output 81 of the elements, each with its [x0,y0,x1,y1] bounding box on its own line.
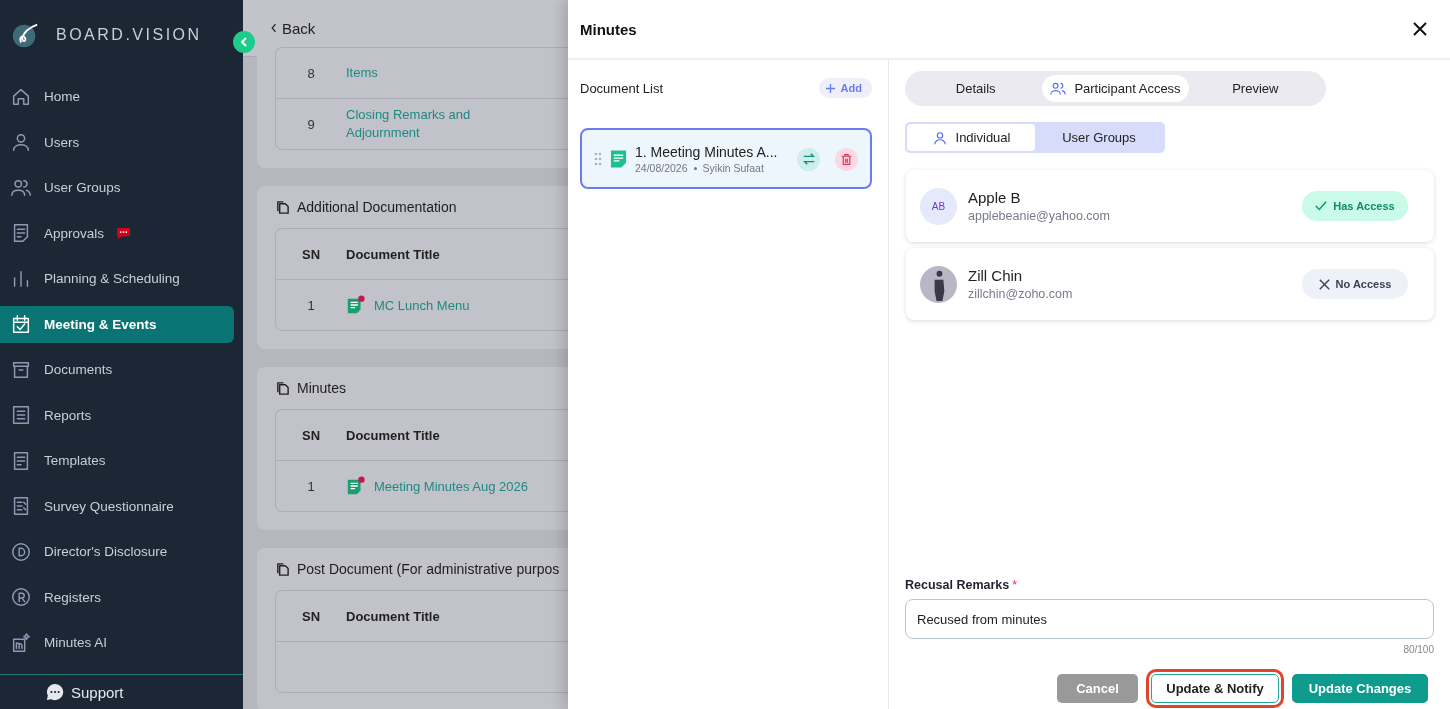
list-title: Document List [580,80,664,96]
field-label: Recusal Remarks [905,578,1010,592]
brand-name: BOARD.VISION [56,26,202,44]
tab[interactable]: User Groups [1035,124,1163,151]
sidebar-item[interactable]: Minutes AI [0,624,234,661]
table-cell-text: 1 [306,478,316,494]
document-icon [610,149,627,169]
chevron-left-icon [238,36,250,48]
document-date: 24/08/2026 [635,162,688,174]
sidebar-item[interactable]: User Groups [0,169,234,206]
section-title: Minutes [297,380,347,396]
menu-item-icon [10,404,32,426]
column-header: SN [300,246,322,262]
users-icon [1050,81,1067,96]
column-header: SN [300,608,322,624]
back-link[interactable]: Back [271,19,316,37]
tab[interactable]: Individual [907,124,1035,151]
table-cell-text: 8 [306,65,316,81]
avatar-silhouette [920,265,957,303]
user-icon [931,130,948,145]
tab[interactable]: Details [909,75,1043,102]
delete-button[interactable] [835,147,858,171]
sidebar-item[interactable]: Documents [0,351,234,388]
plus-icon [824,82,836,94]
participant-name: Zill Chin [968,267,1024,284]
column-header: Document Title [346,608,440,624]
swap-button[interactable] [797,147,820,171]
initials-avatar: AB [920,187,957,225]
document-title: 1. Meeting Minutes A... [635,144,779,160]
menu-item-icon [10,313,32,335]
drag-handle-icon[interactable] [594,152,602,166]
tab[interactable]: Participant Access [1042,75,1189,102]
participant-email: applebeanie@yahoo.com [968,209,1111,223]
documents-icon [275,380,290,396]
column-header: SN [300,427,322,443]
character-counter: 80/100 [1403,644,1434,655]
tab[interactable]: Preview [1188,75,1322,102]
sidebar-item[interactable]: Director's Disclosure [0,533,234,570]
sidebar-item[interactable]: Home [0,78,234,115]
document-icon [346,476,366,496]
table-cell-text: 1 [306,297,316,313]
sidebar-item[interactable]: Meeting & Events [0,305,234,343]
column-header: Document Title [346,427,440,443]
access-toggle[interactable]: No Access [1302,269,1408,299]
chevron-left-icon [271,23,277,33]
collapse-sidebar-button[interactable] [233,31,255,53]
menu-item-icon [10,131,32,153]
support-button[interactable]: Support [46,683,124,701]
sidebar-item[interactable]: Survey Questionnaire [0,487,234,525]
participant-name: Apple B [968,189,1022,206]
sidebar-item[interactable]: Registers [0,578,234,616]
sidebar-item[interactable]: Planning & Scheduling [0,260,234,297]
swap-arrows-icon [801,152,816,166]
sidebar-item[interactable]: Users [0,123,234,161]
document-list-item[interactable]: 1. Meeting Minutes A... 24/08/2026 Syikin Sufaat [580,128,872,189]
document-author: Syikin Sufaat [702,162,764,174]
sidebar-item[interactable]: Approvals [0,214,234,252]
remarks-input[interactable]: Recused from minutes [905,599,1434,639]
section-title: Post Document (For administrative purpos [297,561,560,577]
section-title: Additional Documentation [297,199,457,215]
column-header: Document Title [346,246,440,262]
trash-icon [840,152,853,166]
separator-dot [693,166,697,170]
menu-item-icon [10,586,32,608]
drawer-title: Minutes [580,20,637,38]
participant-email: zillchin@zoho.com [968,287,1074,301]
documents-icon [275,561,290,577]
access-toggle[interactable]: Has Access [1302,191,1408,221]
documents-icon [275,199,290,215]
required-mark: * [1012,578,1018,592]
table-cell-text: 9 [306,116,316,132]
menu-item-icon [10,631,32,654]
sidebar-item[interactable]: Reports [0,396,234,434]
chat-bubble-icon [46,683,64,701]
menu-item-icon [10,540,32,563]
check-icon [1315,200,1328,212]
document-icon [346,295,366,315]
close-button[interactable] [1412,21,1428,37]
close-icon [1412,21,1428,37]
x-icon [1318,278,1330,290]
sidebar-item[interactable]: Templates [0,442,234,479]
